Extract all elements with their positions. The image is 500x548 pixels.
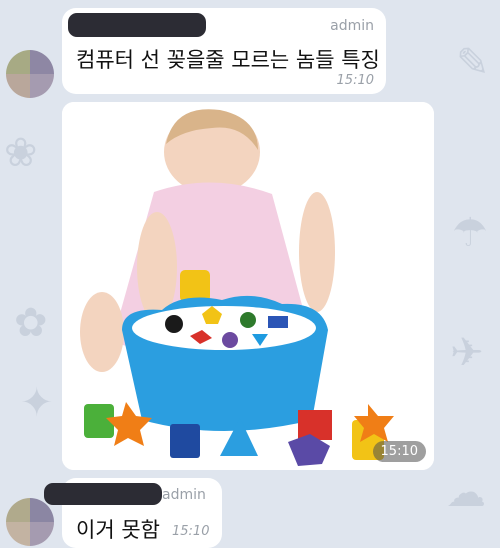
pattern-icon: ❀: [4, 130, 38, 176]
pattern-icon: ☁: [446, 470, 486, 516]
sender-role-label: admin: [162, 487, 206, 503]
message-text: 이거 못함: [76, 518, 160, 542]
sender-name-redacted: [44, 483, 162, 505]
message-time: 15:10: [336, 73, 374, 88]
sender-avatar[interactable]: [6, 50, 54, 98]
sender-role-label: admin: [330, 18, 374, 34]
pattern-icon: ✦: [20, 380, 54, 426]
sender-name-redacted: [68, 13, 206, 37]
toy-image: [62, 102, 434, 470]
message-time: 15:10: [172, 524, 210, 539]
photo-time: 15:10: [372, 441, 426, 462]
pattern-icon: ✿: [14, 300, 48, 346]
message-bubble[interactable]: admin 이거 못함 15:10: [44, 478, 222, 548]
message-text: 컴퓨터 선 꽂을줄 모르는 놈들 특징: [76, 48, 380, 72]
photo-message[interactable]: 15:10: [62, 102, 434, 470]
pattern-icon: ☂: [452, 210, 488, 256]
message-bubble[interactable]: admin 컴퓨터 선 꽂을줄 모르는 놈들 특징 15:10: [62, 8, 386, 94]
pattern-icon: ✎: [456, 40, 490, 86]
pattern-icon: ✈: [450, 330, 484, 376]
sender-avatar[interactable]: [6, 498, 54, 546]
